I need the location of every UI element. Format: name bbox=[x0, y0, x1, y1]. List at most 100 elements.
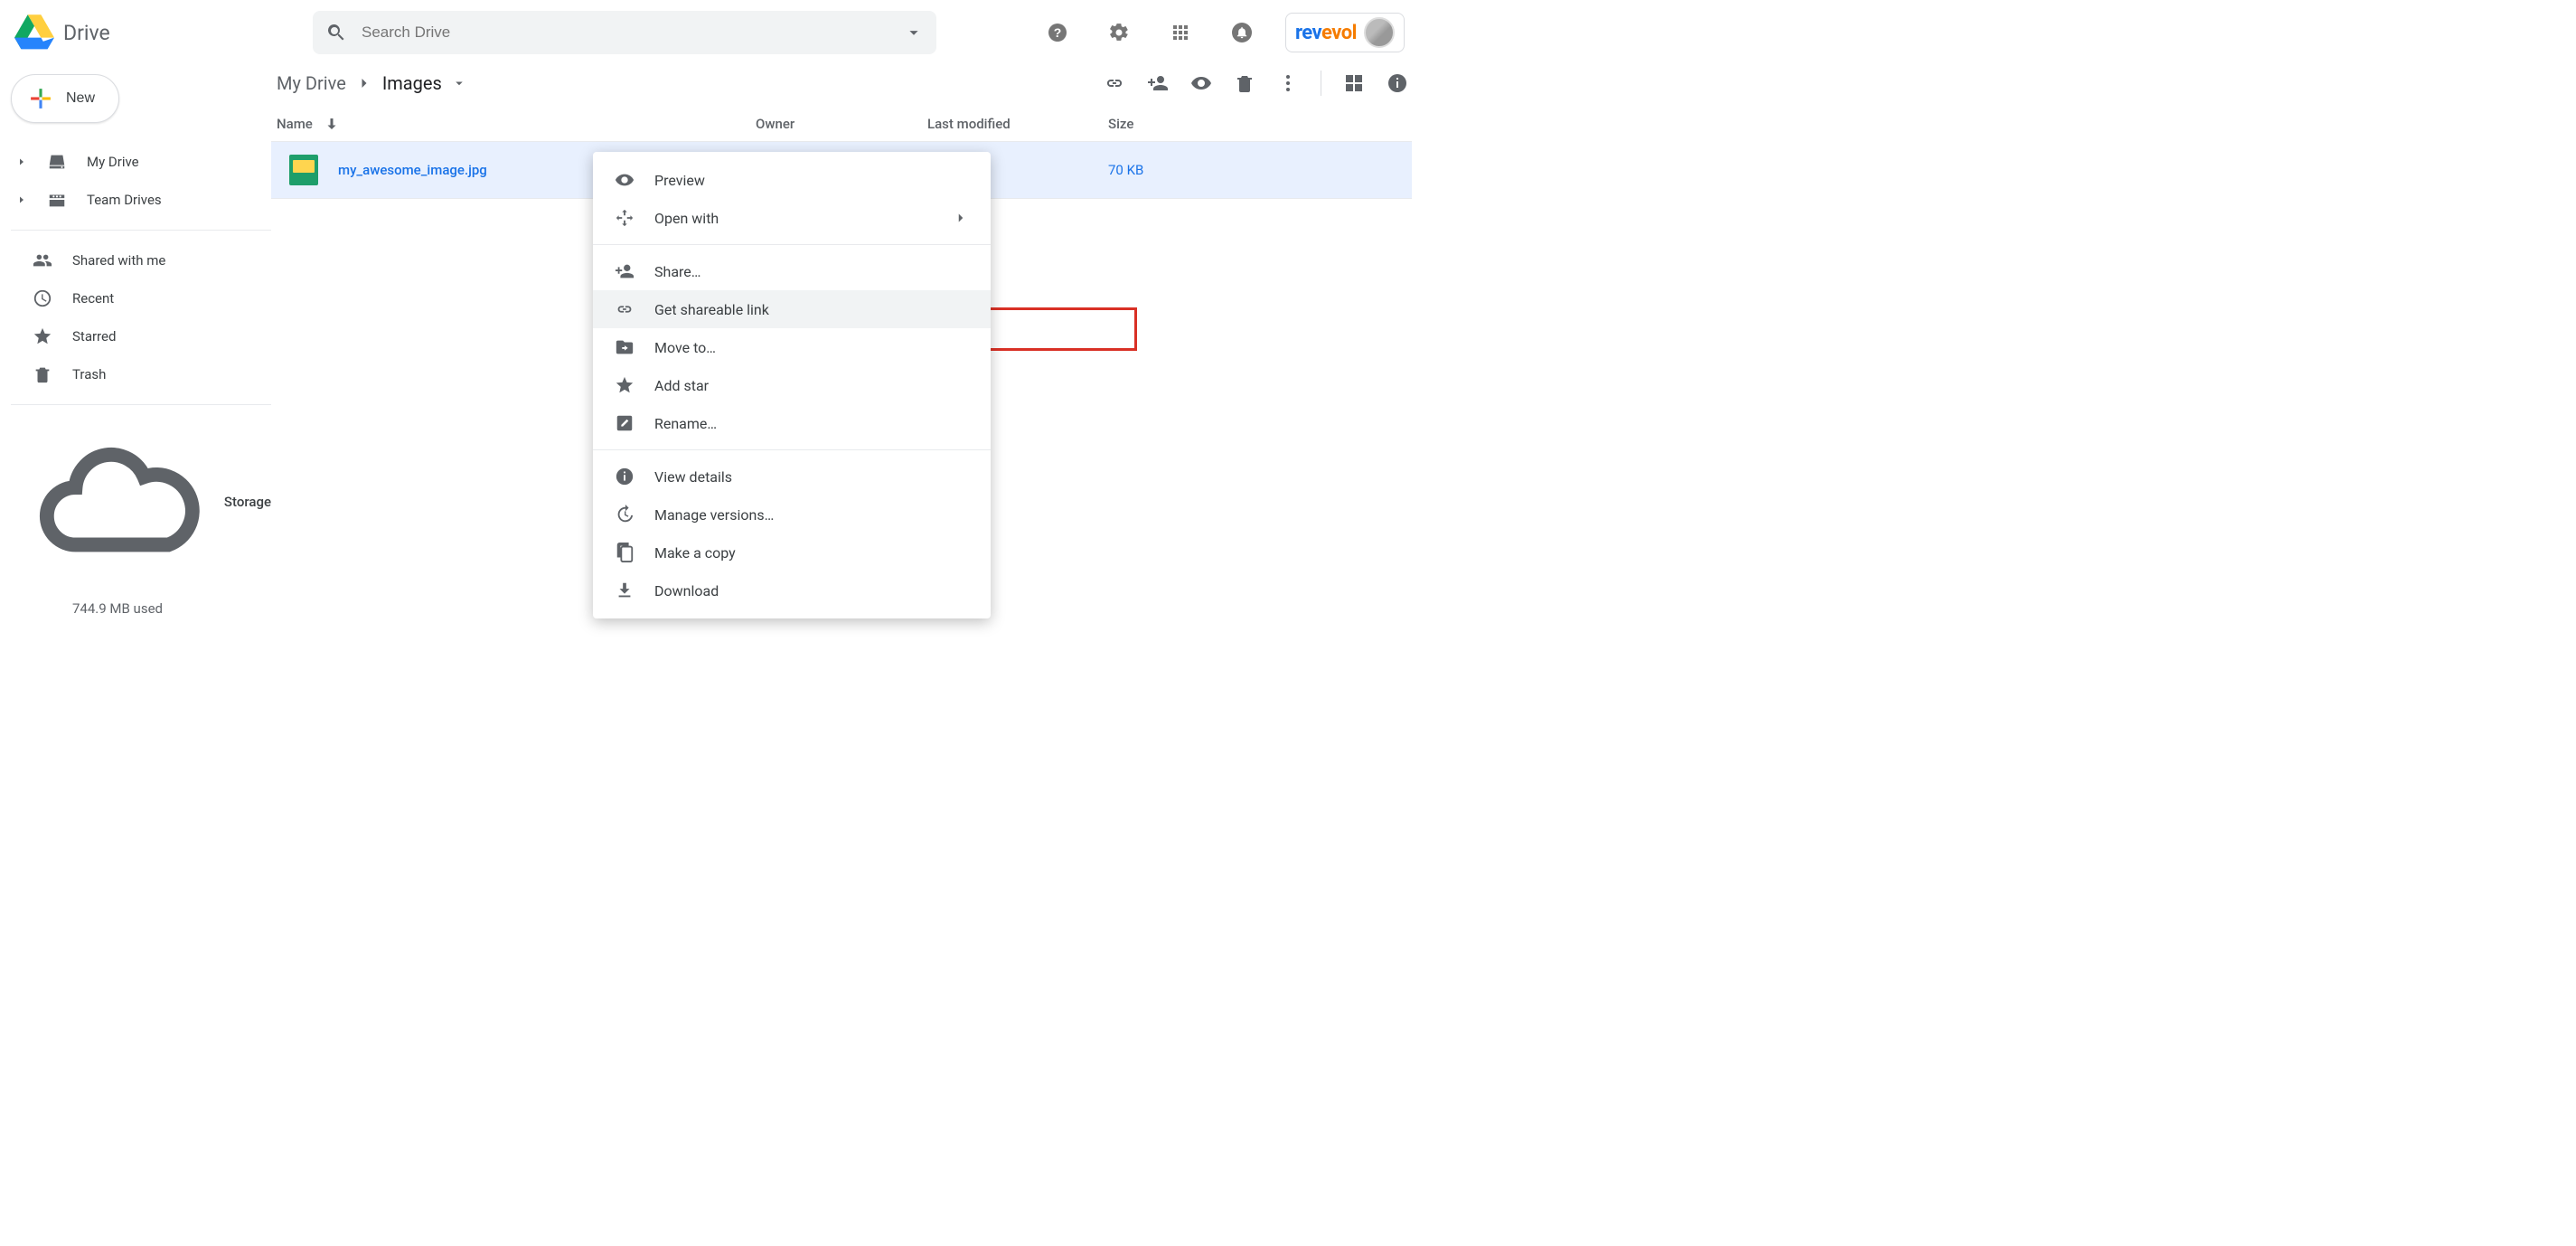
org-brand-chip[interactable]: revevol bbox=[1285, 13, 1405, 52]
avatar[interactable] bbox=[1364, 17, 1395, 48]
nav-label: Recent bbox=[72, 290, 114, 307]
bell-icon bbox=[1231, 22, 1253, 43]
logo-area[interactable]: Drive bbox=[14, 14, 313, 51]
people-icon bbox=[33, 250, 52, 270]
ctx-label: Move to… bbox=[654, 339, 716, 356]
history-icon bbox=[615, 505, 635, 524]
search-input[interactable] bbox=[362, 24, 904, 42]
ctx-preview[interactable]: Preview bbox=[593, 161, 991, 199]
notifications-button[interactable] bbox=[1224, 14, 1260, 51]
folder-move-icon bbox=[615, 337, 635, 357]
ctx-view-details[interactable]: View details bbox=[593, 458, 991, 496]
ctx-label: View details bbox=[654, 468, 732, 486]
storage-label: Storage bbox=[224, 494, 271, 510]
ctx-download[interactable]: Download bbox=[593, 571, 991, 609]
column-name[interactable]: Name bbox=[277, 116, 756, 132]
sidebar-item-trash[interactable]: Trash bbox=[11, 355, 271, 393]
cloud-icon bbox=[33, 416, 204, 588]
breadcrumb: My Drive Images bbox=[277, 72, 467, 94]
ctx-open-with[interactable]: Open with bbox=[593, 199, 991, 237]
ctx-manage-versions[interactable]: Manage versions… bbox=[593, 496, 991, 533]
link-icon bbox=[615, 299, 635, 319]
brand-text: revevol bbox=[1295, 22, 1357, 44]
sidebar-item-recent[interactable]: Recent bbox=[11, 279, 271, 317]
ctx-label: Download bbox=[654, 582, 719, 599]
search-bar[interactable] bbox=[313, 11, 936, 54]
breadcrumb-root[interactable]: My Drive bbox=[277, 72, 346, 94]
header-bar: Drive ? revevol bbox=[0, 0, 1419, 65]
gear-icon bbox=[1108, 22, 1130, 43]
storage-used: 744.9 MB used bbox=[33, 600, 271, 617]
ctx-label: Add star bbox=[654, 377, 709, 394]
nav-label: Starred bbox=[72, 328, 116, 345]
nav-label: Trash bbox=[72, 366, 106, 382]
new-button-label: New bbox=[66, 90, 95, 107]
column-size[interactable]: Size bbox=[1108, 116, 1217, 132]
product-name: Drive bbox=[63, 21, 110, 45]
eye-icon bbox=[615, 170, 635, 190]
ctx-label: Make a copy bbox=[654, 544, 736, 562]
sidebar-item-storage[interactable]: Storage bbox=[33, 416, 271, 588]
help-button[interactable]: ? bbox=[1039, 14, 1076, 51]
info-icon bbox=[615, 467, 635, 486]
ctx-label: Manage versions… bbox=[654, 506, 774, 524]
chevron-right-icon bbox=[953, 210, 969, 226]
file-size: 70 KB bbox=[1108, 162, 1217, 178]
expand-icon bbox=[16, 194, 27, 205]
link-icon[interactable] bbox=[1104, 72, 1125, 94]
star-icon bbox=[33, 326, 52, 346]
info-icon[interactable] bbox=[1387, 72, 1408, 94]
sidebar-item-team-drives[interactable]: Team Drives bbox=[11, 181, 271, 219]
ctx-label: Open with bbox=[654, 210, 719, 227]
eye-icon[interactable] bbox=[1190, 72, 1212, 94]
ctx-label: Preview bbox=[654, 172, 705, 189]
add-person-icon[interactable] bbox=[1147, 72, 1169, 94]
trash-icon bbox=[33, 364, 52, 384]
add-person-icon bbox=[615, 261, 635, 281]
settings-button[interactable] bbox=[1101, 14, 1137, 51]
context-menu: Preview Open with Share… Get shareable l… bbox=[593, 152, 991, 618]
sidebar: New My Drive Team Drives Shared with me … bbox=[0, 65, 271, 617]
column-headers: Name Owner Last modified Size bbox=[271, 101, 1412, 142]
chevron-right-icon bbox=[355, 74, 373, 92]
open-with-icon bbox=[615, 208, 635, 228]
apps-grid-icon bbox=[1170, 22, 1191, 43]
column-owner[interactable]: Owner bbox=[756, 116, 927, 132]
clock-icon bbox=[33, 288, 52, 308]
apps-button[interactable] bbox=[1162, 14, 1199, 51]
sidebar-item-shared[interactable]: Shared with me bbox=[11, 241, 271, 279]
star-icon bbox=[615, 375, 635, 395]
ctx-label: Share… bbox=[654, 263, 700, 280]
chevron-down-icon[interactable] bbox=[451, 75, 467, 91]
team-drives-icon bbox=[47, 190, 67, 210]
ctx-label: Rename… bbox=[654, 415, 717, 432]
ctx-make-copy[interactable]: Make a copy bbox=[593, 533, 991, 571]
sidebar-item-starred[interactable]: Starred bbox=[11, 317, 271, 355]
nav-label: My Drive bbox=[87, 154, 139, 170]
column-modified[interactable]: Last modified bbox=[927, 116, 1108, 132]
grid-view-icon[interactable] bbox=[1343, 72, 1365, 94]
ctx-get-link[interactable]: Get shareable link bbox=[593, 290, 991, 328]
svg-text:?: ? bbox=[1054, 25, 1062, 40]
search-options-caret-icon[interactable] bbox=[904, 23, 924, 42]
ctx-add-star[interactable]: Add star bbox=[593, 366, 991, 404]
more-icon[interactable] bbox=[1277, 72, 1299, 94]
ctx-move-to[interactable]: Move to… bbox=[593, 328, 991, 366]
toolbar: My Drive Images bbox=[271, 65, 1412, 101]
breadcrumb-current[interactable]: Images bbox=[382, 72, 442, 94]
sidebar-item-my-drive[interactable]: My Drive bbox=[11, 143, 271, 181]
nav-label: Team Drives bbox=[87, 192, 162, 208]
ctx-rename[interactable]: Rename… bbox=[593, 404, 991, 442]
download-icon bbox=[615, 581, 635, 600]
col-name-label: Name bbox=[277, 116, 313, 132]
header-right: ? revevol bbox=[1039, 13, 1405, 52]
nav-label: Shared with me bbox=[72, 252, 165, 269]
ctx-share[interactable]: Share… bbox=[593, 252, 991, 290]
new-button[interactable]: New bbox=[11, 74, 119, 123]
file-thumbnail-icon bbox=[289, 155, 318, 185]
plus-icon bbox=[28, 86, 53, 111]
trash-icon[interactable] bbox=[1234, 72, 1255, 94]
arrow-down-icon bbox=[324, 116, 340, 132]
expand-icon bbox=[16, 156, 27, 167]
search-icon bbox=[325, 22, 347, 43]
